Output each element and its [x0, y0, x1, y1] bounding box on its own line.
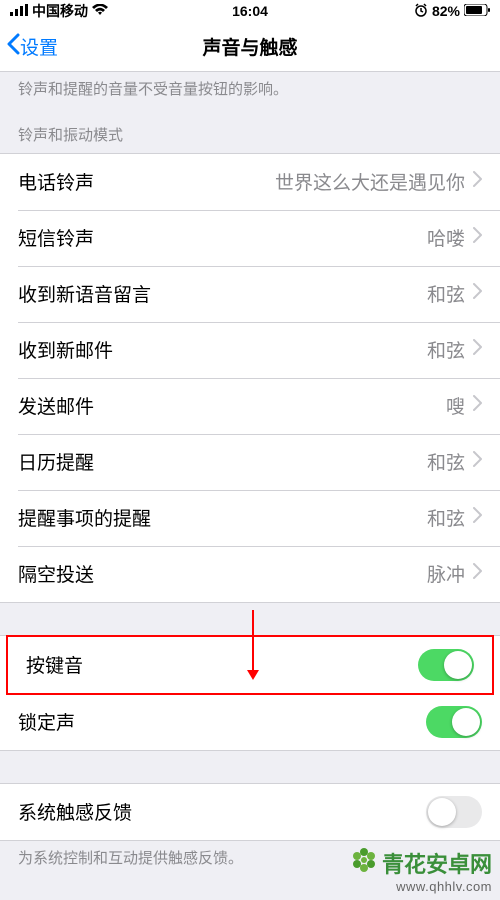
- sound-row[interactable]: 电话铃声世界这么大还是遇见你: [0, 154, 500, 210]
- row-value: 和弦: [427, 336, 465, 363]
- section-header-ringtone: 铃声和振动模式: [0, 110, 500, 153]
- chevron-right-icon: [473, 451, 482, 472]
- row-value: 哈喽: [427, 224, 465, 251]
- haptics-group: 系统触感反馈: [0, 783, 500, 841]
- battery-pct: 82%: [432, 3, 460, 19]
- row-label: 发送邮件: [18, 392, 446, 419]
- battery-icon: [464, 3, 490, 19]
- volume-hint: 铃声和提醒的音量不受音量按钮的影响。: [0, 72, 500, 110]
- sound-row[interactable]: 收到新邮件和弦: [0, 322, 500, 378]
- switch-keyboard-clicks[interactable]: [418, 649, 474, 681]
- page-title: 声音与触感: [202, 33, 297, 60]
- row-system-haptics[interactable]: 系统触感反馈: [0, 784, 500, 840]
- row-value: 和弦: [427, 280, 465, 307]
- sound-row[interactable]: 隔空投送脉冲: [0, 546, 500, 602]
- row-label: 锁定声: [18, 708, 426, 735]
- sound-row[interactable]: 发送邮件嗖: [0, 378, 500, 434]
- row-label: 按键音: [26, 651, 418, 678]
- chevron-right-icon: [473, 283, 482, 304]
- row-value: 嗖: [446, 392, 465, 419]
- status-time: 16:04: [232, 3, 268, 19]
- row-lock-sound[interactable]: 锁定声: [0, 694, 500, 750]
- haptics-footer: 为系统控制和互动提供触感反馈。: [0, 841, 500, 879]
- chevron-right-icon: [473, 507, 482, 528]
- status-bar: 中国移动 16:04 82%: [0, 0, 500, 22]
- chevron-right-icon: [473, 171, 482, 192]
- highlight-annotation: 按键音: [6, 635, 494, 695]
- switch-lock-sound[interactable]: [426, 706, 482, 738]
- chevron-right-icon: [473, 563, 482, 584]
- row-label: 提醒事项的提醒: [18, 504, 427, 531]
- row-label: 收到新邮件: [18, 336, 427, 363]
- toggles-group: 按键音 锁定声: [0, 635, 500, 751]
- sound-row[interactable]: 收到新语音留言和弦: [0, 266, 500, 322]
- alarm-icon: [414, 3, 428, 20]
- row-value: 世界这么大还是遇见你: [275, 168, 465, 195]
- row-label: 日历提醒: [18, 448, 427, 475]
- status-left: 中国移动: [10, 1, 108, 21]
- wifi-icon: [92, 3, 108, 19]
- spacer: [0, 603, 500, 635]
- chevron-right-icon: [473, 339, 482, 360]
- carrier-label: 中国移动: [32, 1, 88, 21]
- sound-row[interactable]: 提醒事项的提醒和弦: [0, 490, 500, 546]
- row-value: 脉冲: [427, 560, 465, 587]
- row-value: 和弦: [427, 448, 465, 475]
- row-keyboard-clicks[interactable]: 按键音: [8, 637, 492, 693]
- content-scroll[interactable]: 铃声和提醒的音量不受音量按钮的影响。 铃声和振动模式 电话铃声世界这么大还是遇见…: [0, 72, 500, 900]
- switch-knob: [444, 651, 472, 679]
- sounds-group: 电话铃声世界这么大还是遇见你短信铃声哈喽收到新语音留言和弦收到新邮件和弦发送邮件…: [0, 153, 500, 603]
- row-value: 和弦: [427, 504, 465, 531]
- switch-system-haptics[interactable]: [426, 796, 482, 828]
- sound-row[interactable]: 短信铃声哈喽: [0, 210, 500, 266]
- chevron-right-icon: [473, 227, 482, 248]
- row-label: 系统触感反馈: [18, 798, 426, 825]
- signal-icon: [10, 3, 28, 19]
- switch-knob: [452, 708, 480, 736]
- row-label: 收到新语音留言: [18, 280, 427, 307]
- row-label: 短信铃声: [18, 224, 427, 251]
- row-label: 隔空投送: [18, 560, 427, 587]
- switch-knob: [428, 798, 456, 826]
- back-label: 设置: [20, 33, 58, 60]
- status-right: 82%: [414, 3, 490, 20]
- row-label: 电话铃声: [18, 168, 275, 195]
- chevron-left-icon: [6, 33, 20, 61]
- back-button[interactable]: 设置: [0, 33, 58, 61]
- chevron-right-icon: [473, 395, 482, 416]
- sound-row[interactable]: 日历提醒和弦: [0, 434, 500, 490]
- nav-bar: 设置 声音与触感: [0, 22, 500, 72]
- spacer: [0, 751, 500, 783]
